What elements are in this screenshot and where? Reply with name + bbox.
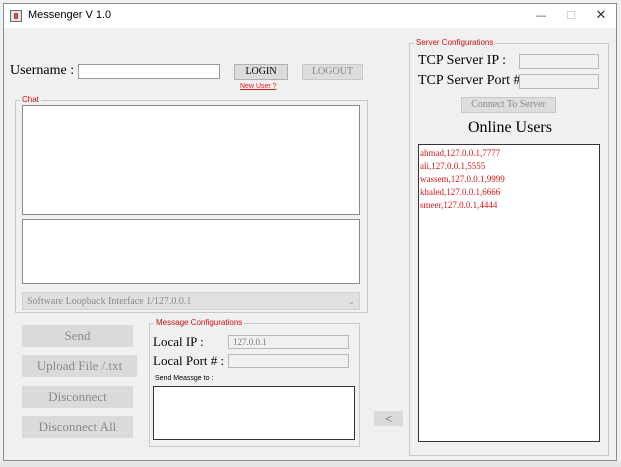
local-port-label: Local Port # :: [153, 353, 225, 368]
title-bar: Messenger V 1.0 — ☐ ✕: [4, 4, 616, 28]
online-users-title: Online Users: [468, 119, 552, 136]
close-button[interactable]: ✕: [586, 4, 616, 28]
send-message-to-label: Send Meassge to :: [155, 375, 214, 382]
online-users-list[interactable]: ahmad,127.0.0.1,7777 ali,127.0.0.1,5555 …: [418, 144, 600, 442]
move-user-button[interactable]: <: [374, 411, 403, 426]
message-compose-area[interactable]: [22, 219, 360, 284]
server-config-group-title: Server Configurations: [414, 37, 496, 49]
send-to-area[interactable]: [153, 386, 355, 440]
network-interface-value: Software Loopback Interface 1/127.0.0.1: [27, 296, 192, 307]
chevron-down-icon: ⌄: [348, 297, 355, 306]
list-item[interactable]: ali,127.0.0.1,5555: [420, 160, 598, 173]
desktop-edge: [0, 461, 621, 467]
list-item[interactable]: smeer,127.0.0.1,4444: [420, 199, 598, 212]
upload-file-button[interactable]: Upload File /.txt: [22, 355, 137, 377]
window-title: Messenger V 1.0: [28, 9, 112, 21]
list-item[interactable]: wassem,127.0.0.1,9999: [420, 173, 598, 186]
send-button[interactable]: Send: [22, 325, 133, 347]
connect-to-server-button[interactable]: Connect To Server: [461, 97, 556, 113]
login-button[interactable]: LOGIN: [234, 64, 288, 80]
new-user-link[interactable]: New User ?: [240, 83, 277, 90]
maximize-button[interactable]: ☐: [556, 4, 586, 28]
local-port-field[interactable]: [228, 354, 349, 368]
username-input[interactable]: [78, 64, 220, 79]
tcp-server-port-label: TCP Server Port # :: [418, 73, 528, 88]
username-label: Username :: [10, 63, 75, 78]
minimize-button[interactable]: —: [526, 4, 556, 28]
logout-button[interactable]: LOGOUT: [302, 64, 363, 80]
list-item[interactable]: ahmad,127.0.0.1,7777: [420, 147, 598, 160]
java-app-icon: [10, 10, 22, 22]
message-config-group-title: Message Configurations: [154, 317, 245, 329]
tcp-server-ip-field[interactable]: [519, 54, 599, 69]
local-ip-label: Local IP :: [153, 334, 204, 349]
disconnect-button[interactable]: Disconnect: [22, 386, 133, 408]
disconnect-all-button[interactable]: Disconnect All: [22, 416, 133, 438]
tcp-server-ip-label: TCP Server IP :: [418, 53, 507, 68]
tcp-server-port-field[interactable]: [519, 74, 599, 89]
list-item[interactable]: khaled,127.0.0.1,6666: [420, 186, 598, 199]
chat-history-area[interactable]: [22, 105, 360, 215]
local-ip-field[interactable]: 127.0.0.1: [228, 335, 349, 349]
network-interface-select[interactable]: Software Loopback Interface 1/127.0.0.1 …: [22, 292, 360, 310]
